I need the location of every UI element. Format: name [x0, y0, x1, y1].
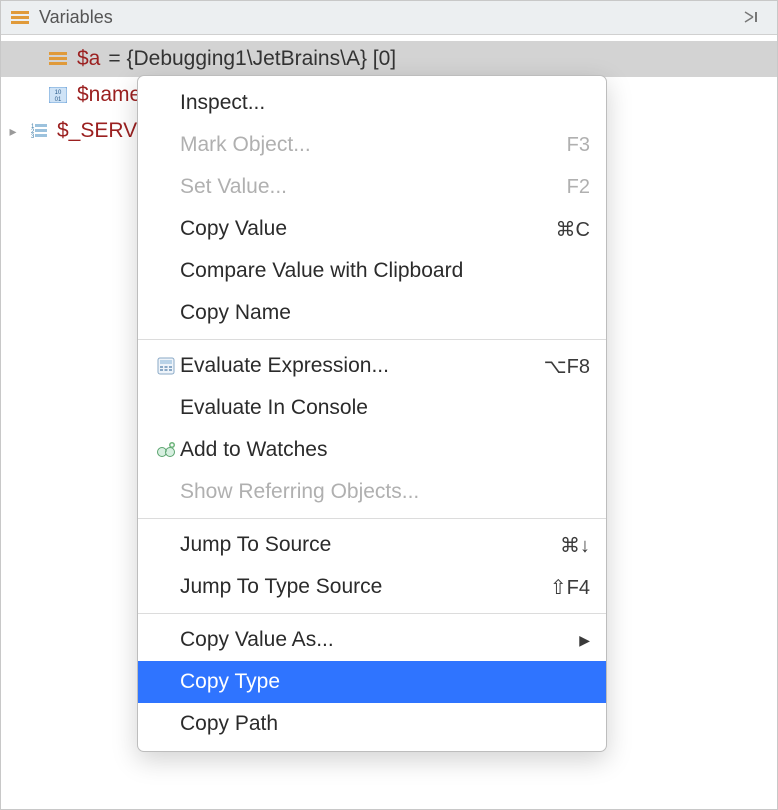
calculator-icon: [152, 357, 180, 375]
menu-label: Evaluate In Console: [180, 396, 590, 420]
menu-shortcut: ⌘↓: [560, 533, 590, 558]
menu-mark-object: Mark Object... F3: [138, 124, 606, 166]
svg-text:10: 10: [55, 90, 62, 96]
variable-name: $a: [77, 47, 100, 71]
menu-shortcut: ⇧F4: [550, 575, 590, 600]
menu-label: Mark Object...: [180, 133, 567, 157]
menu-shortcut: F2: [567, 176, 590, 199]
menu-copy-value[interactable]: Copy Value ⌘C: [138, 208, 606, 250]
menu-shortcut: F3: [567, 134, 590, 157]
hide-panel-button[interactable]: [739, 8, 767, 28]
menu-shortcut: ⌘C: [556, 217, 590, 242]
variable-row[interactable]: $a = {Debugging1\JetBrains\A} [0]: [1, 41, 777, 77]
menu-compare-value[interactable]: Compare Value with Clipboard: [138, 250, 606, 292]
menu-label: Copy Value: [180, 217, 556, 241]
watches-icon: [152, 442, 180, 458]
list-node-icon: 1 2 3: [27, 123, 49, 139]
variables-panel-icon: [11, 11, 29, 25]
menu-label: Show Referring Objects...: [180, 480, 590, 504]
expand-icon[interactable]: ▸: [7, 123, 19, 140]
menu-separator: [138, 613, 606, 614]
submenu-arrow-icon: ▶: [579, 632, 590, 649]
variable-value: = {Debugging1\JetBrains\A} [0]: [108, 47, 396, 71]
menu-label: Copy Type: [180, 670, 590, 694]
menu-label: Copy Name: [180, 301, 590, 325]
menu-label: Copy Value As...: [180, 628, 579, 652]
menu-add-watches[interactable]: Add to Watches: [138, 429, 606, 471]
object-node-icon: [47, 52, 69, 66]
menu-shortcut: ⌥F8: [544, 354, 590, 379]
menu-inspect[interactable]: Inspect...: [138, 82, 606, 124]
menu-copy-value-as[interactable]: Copy Value As... ▶: [138, 619, 606, 661]
context-menu: Inspect... Mark Object... F3 Set Value..…: [137, 75, 607, 752]
menu-label: Copy Path: [180, 712, 590, 736]
panel-title: Variables: [39, 7, 113, 28]
menu-evaluate-console[interactable]: Evaluate In Console: [138, 387, 606, 429]
menu-label: Evaluate Expression...: [180, 354, 544, 378]
menu-label: Set Value...: [180, 175, 567, 199]
menu-set-value: Set Value... F2: [138, 166, 606, 208]
menu-evaluate-expression[interactable]: Evaluate Expression... ⌥F8: [138, 345, 606, 387]
menu-label: Compare Value with Clipboard: [180, 259, 590, 283]
svg-text:3: 3: [31, 134, 35, 139]
svg-text:01: 01: [55, 97, 62, 103]
menu-separator: [138, 518, 606, 519]
menu-show-referring: Show Referring Objects...: [138, 471, 606, 513]
variables-panel-header: Variables: [1, 1, 777, 35]
variable-name: $_SERV: [57, 119, 137, 143]
variable-name: $name: [77, 83, 141, 107]
menu-label: Jump To Source: [180, 533, 560, 557]
menu-label: Jump To Type Source: [180, 575, 550, 599]
menu-copy-name[interactable]: Copy Name: [138, 292, 606, 334]
menu-label: Inspect...: [180, 91, 590, 115]
menu-copy-type[interactable]: Copy Type: [138, 661, 606, 703]
binary-node-icon: 10 01: [47, 87, 69, 103]
menu-copy-path[interactable]: Copy Path: [138, 703, 606, 745]
menu-label: Add to Watches: [180, 438, 590, 462]
menu-jump-type-source[interactable]: Jump To Type Source ⇧F4: [138, 566, 606, 608]
menu-separator: [138, 339, 606, 340]
menu-jump-source[interactable]: Jump To Source ⌘↓: [138, 524, 606, 566]
